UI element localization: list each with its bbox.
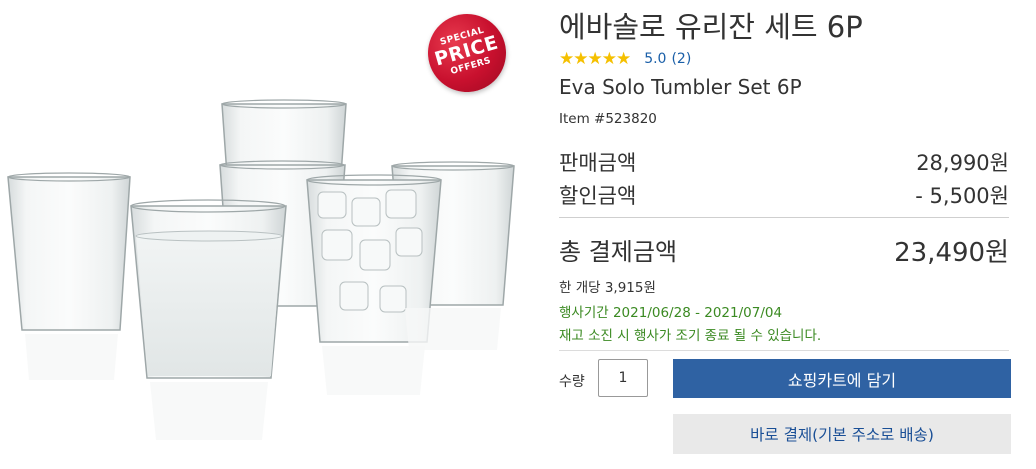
product-title-en: Eva Solo Tumbler Set 6P bbox=[559, 75, 802, 99]
product-info-panel: 에바솔로 유리잔 세트 6P ★★★★★ 5.0 (2) Eva Solo Tu… bbox=[559, 0, 1011, 469]
review-count-link[interactable]: (2) bbox=[671, 51, 691, 67]
total-value: 23,490원 bbox=[894, 238, 1009, 268]
total-label: 총 결제금액 bbox=[559, 238, 678, 266]
sale-price-row: 판매금액 28,990원 bbox=[559, 147, 1009, 177]
item-number: Item #523820 bbox=[559, 111, 657, 127]
product-title-ko: 에바솔로 유리잔 세트 6P bbox=[559, 10, 863, 44]
sale-price-label: 판매금액 bbox=[559, 151, 637, 175]
discount-label: 할인금액 bbox=[559, 184, 637, 208]
price-divider bbox=[559, 217, 1009, 218]
quantity-input[interactable] bbox=[598, 359, 648, 397]
purchase-divider bbox=[559, 350, 1009, 351]
quantity-label: 수량 bbox=[559, 374, 585, 390]
sale-price-value: 28,990원 bbox=[916, 151, 1009, 175]
total-row: 총 결제금액 23,490원 bbox=[559, 232, 1009, 269]
discount-value: - 5,500원 bbox=[915, 184, 1009, 208]
rating-stars-icon: ★★★★★ bbox=[559, 49, 631, 69]
rating-value[interactable]: 5.0 bbox=[644, 51, 666, 67]
promo-period: 행사기간 2021/06/28 - 2021/07/04 bbox=[559, 305, 783, 321]
add-to-cart-button[interactable]: 쇼핑카트에 담기 bbox=[673, 359, 1011, 398]
product-rating[interactable]: ★★★★★ 5.0 (2) bbox=[559, 50, 691, 68]
buy-now-button[interactable]: 바로 결제(기본 주소로 배송) bbox=[673, 414, 1011, 454]
unit-price: 한 개당 3,915원 bbox=[559, 280, 656, 296]
discount-row: 할인금액 - 5,500원 bbox=[559, 180, 1009, 210]
stock-notice: 재고 소진 시 행사가 조기 종료 될 수 있습니다. bbox=[559, 328, 822, 344]
